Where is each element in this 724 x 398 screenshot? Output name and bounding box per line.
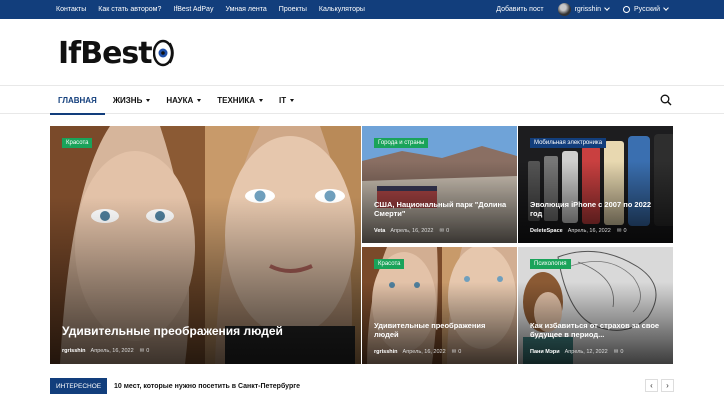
nav-item-tech[interactable]: ТЕХНИКА — [209, 86, 271, 114]
logo-eye-icon — [152, 39, 174, 67]
chevron-right-icon[interactable]: › — [661, 379, 674, 392]
category-badge[interactable]: Мобильная электроника — [530, 138, 607, 148]
nav-item-label: ГЛАВНАЯ — [58, 95, 97, 105]
comment-icon: ✉ — [616, 228, 622, 234]
featured-card-transformations[interactable]: Красота Удивительные преображения людей … — [362, 247, 517, 364]
post-date: Апрель, 16, 2022 — [402, 349, 446, 355]
category-badge[interactable]: Города и страны — [374, 138, 429, 148]
post-author[interactable]: rgrisshin — [62, 348, 86, 354]
category-badge[interactable]: Психология — [530, 259, 571, 269]
post-meta: Veta Апрель, 16, 2022 ✉ 0 — [374, 228, 449, 234]
post-date: Апрель, 16, 2022 — [567, 228, 611, 234]
comment-count: 0 — [623, 228, 627, 234]
username: rgrisshin — [574, 6, 602, 13]
language-label: Русский — [634, 6, 660, 13]
post-meta: rgrisshin Апрель, 16, 2022 ✉ 0 — [62, 348, 149, 354]
caret-down-icon — [197, 98, 202, 102]
comment-icon: ✉ — [439, 228, 445, 234]
featured-card-iphone[interactable]: Мобильная электроника Эволюция iPhone с … — [518, 126, 673, 243]
post-meta: rgrisshin Апрель, 16, 2022 ✉ 0 — [374, 349, 461, 355]
logo-text: IfBest — [58, 35, 153, 71]
top-link-projects[interactable]: Проекты — [279, 6, 307, 13]
post-meta: Пани Мэри Апрель, 12, 2022 ✉ 0 — [530, 349, 623, 355]
chevron-left-icon[interactable]: ‹ — [645, 379, 658, 392]
category-badge[interactable]: Красота — [374, 259, 405, 269]
top-nav: Контакты Как стать автором? IfBest AdPay… — [56, 0, 377, 19]
post-author[interactable]: Пани Мэри — [530, 349, 560, 355]
post-title[interactable]: Как избавиться от страхов за свое будуще… — [530, 321, 663, 339]
post-title[interactable]: Удивительные преображения людей — [62, 324, 351, 338]
featured-card-psychology[interactable]: Психология Как избавиться от страхов за … — [518, 247, 673, 364]
post-title[interactable]: Удивительные преображения людей — [374, 321, 507, 339]
news-ticker: ИНТЕРЕСНОЕ 10 мест, которые нужно посети… — [50, 378, 674, 394]
ticker-headline[interactable]: 10 мест, которые нужно посетить в Санкт-… — [114, 378, 300, 394]
comment-icon: ✉ — [613, 349, 619, 355]
featured-card-death-valley[interactable]: Города и страны США, Национальный парк "… — [362, 126, 517, 243]
comment-count: 0 — [146, 348, 150, 354]
top-right: Добавить пост rgrisshin Русский — [482, 0, 669, 19]
comment-count: 0 — [458, 349, 462, 355]
nav-item-label: ТЕХНИКА — [217, 95, 255, 105]
post-author[interactable]: Veta — [374, 228, 385, 234]
top-link-smart-feed[interactable]: Умная лента — [225, 6, 266, 13]
caret-down-icon — [290, 98, 295, 102]
chevron-down-icon — [604, 5, 610, 11]
add-post-link[interactable]: Добавить пост — [496, 6, 543, 13]
comment-count: 0 — [620, 349, 624, 355]
nav-item-it[interactable]: IT — [271, 86, 302, 114]
main-nav: ГЛАВНАЯ ЖИЗНЬ НАУКА ТЕХНИКА IT — [0, 85, 724, 115]
caret-down-icon — [146, 98, 151, 102]
search-icon[interactable] — [660, 94, 672, 106]
user-menu[interactable]: rgrisshin — [557, 3, 610, 16]
post-author[interactable]: DeleteSpace — [530, 228, 563, 234]
globe-icon — [623, 6, 631, 13]
comment-icon: ✉ — [451, 349, 457, 355]
post-title[interactable]: Эволюция iPhone с 2007 по 2022 год — [530, 200, 663, 218]
featured-card-main[interactable]: Красота Удивительные преображения людей … — [50, 126, 361, 364]
comment-icon: ✉ — [139, 348, 145, 354]
post-meta: DeleteSpace Апрель, 16, 2022 ✉ 0 — [530, 228, 627, 234]
post-title[interactable]: США, Национальный парк "Долина Смерти" — [374, 200, 507, 218]
post-date: Апрель, 16, 2022 — [90, 348, 134, 354]
top-bar: Контакты Как стать автором? IfBest AdPay… — [0, 0, 724, 19]
nav-item-science[interactable]: НАУКА — [158, 86, 209, 114]
image-overlay — [50, 197, 361, 364]
post-author[interactable]: rgrisshin — [374, 349, 398, 355]
site-logo[interactable]: IfBest — [58, 33, 177, 73]
avatar — [557, 3, 571, 16]
add-post-label: Добавить пост — [496, 6, 544, 13]
ticker-label: ИНТЕРЕСНОЕ — [50, 378, 108, 394]
nav-item-label: IT — [278, 95, 287, 105]
nav-item-label: НАУКА — [166, 95, 194, 105]
ticker-arrows: ‹ › — [642, 379, 674, 392]
post-date: Апрель, 16, 2022 — [390, 228, 434, 234]
nav-item-life[interactable]: ЖИЗНЬ — [105, 86, 159, 114]
nav-item-label: ЖИЗНЬ — [112, 95, 143, 105]
top-link-become-author[interactable]: Как стать автором? — [98, 6, 161, 13]
category-badge[interactable]: Красота — [62, 138, 93, 148]
top-link-adpay[interactable]: IfBest AdPay — [173, 6, 213, 13]
top-link-contacts[interactable]: Контакты — [56, 6, 86, 13]
post-date: Апрель, 12, 2022 — [564, 349, 608, 355]
comment-count: 0 — [446, 228, 450, 234]
chevron-down-icon — [663, 5, 669, 11]
language-selector[interactable]: Русский — [623, 5, 669, 13]
caret-down-icon — [258, 98, 263, 102]
top-link-calculators[interactable]: Калькуляторы — [319, 6, 365, 13]
nav-item-home[interactable]: ГЛАВНАЯ — [50, 86, 105, 115]
